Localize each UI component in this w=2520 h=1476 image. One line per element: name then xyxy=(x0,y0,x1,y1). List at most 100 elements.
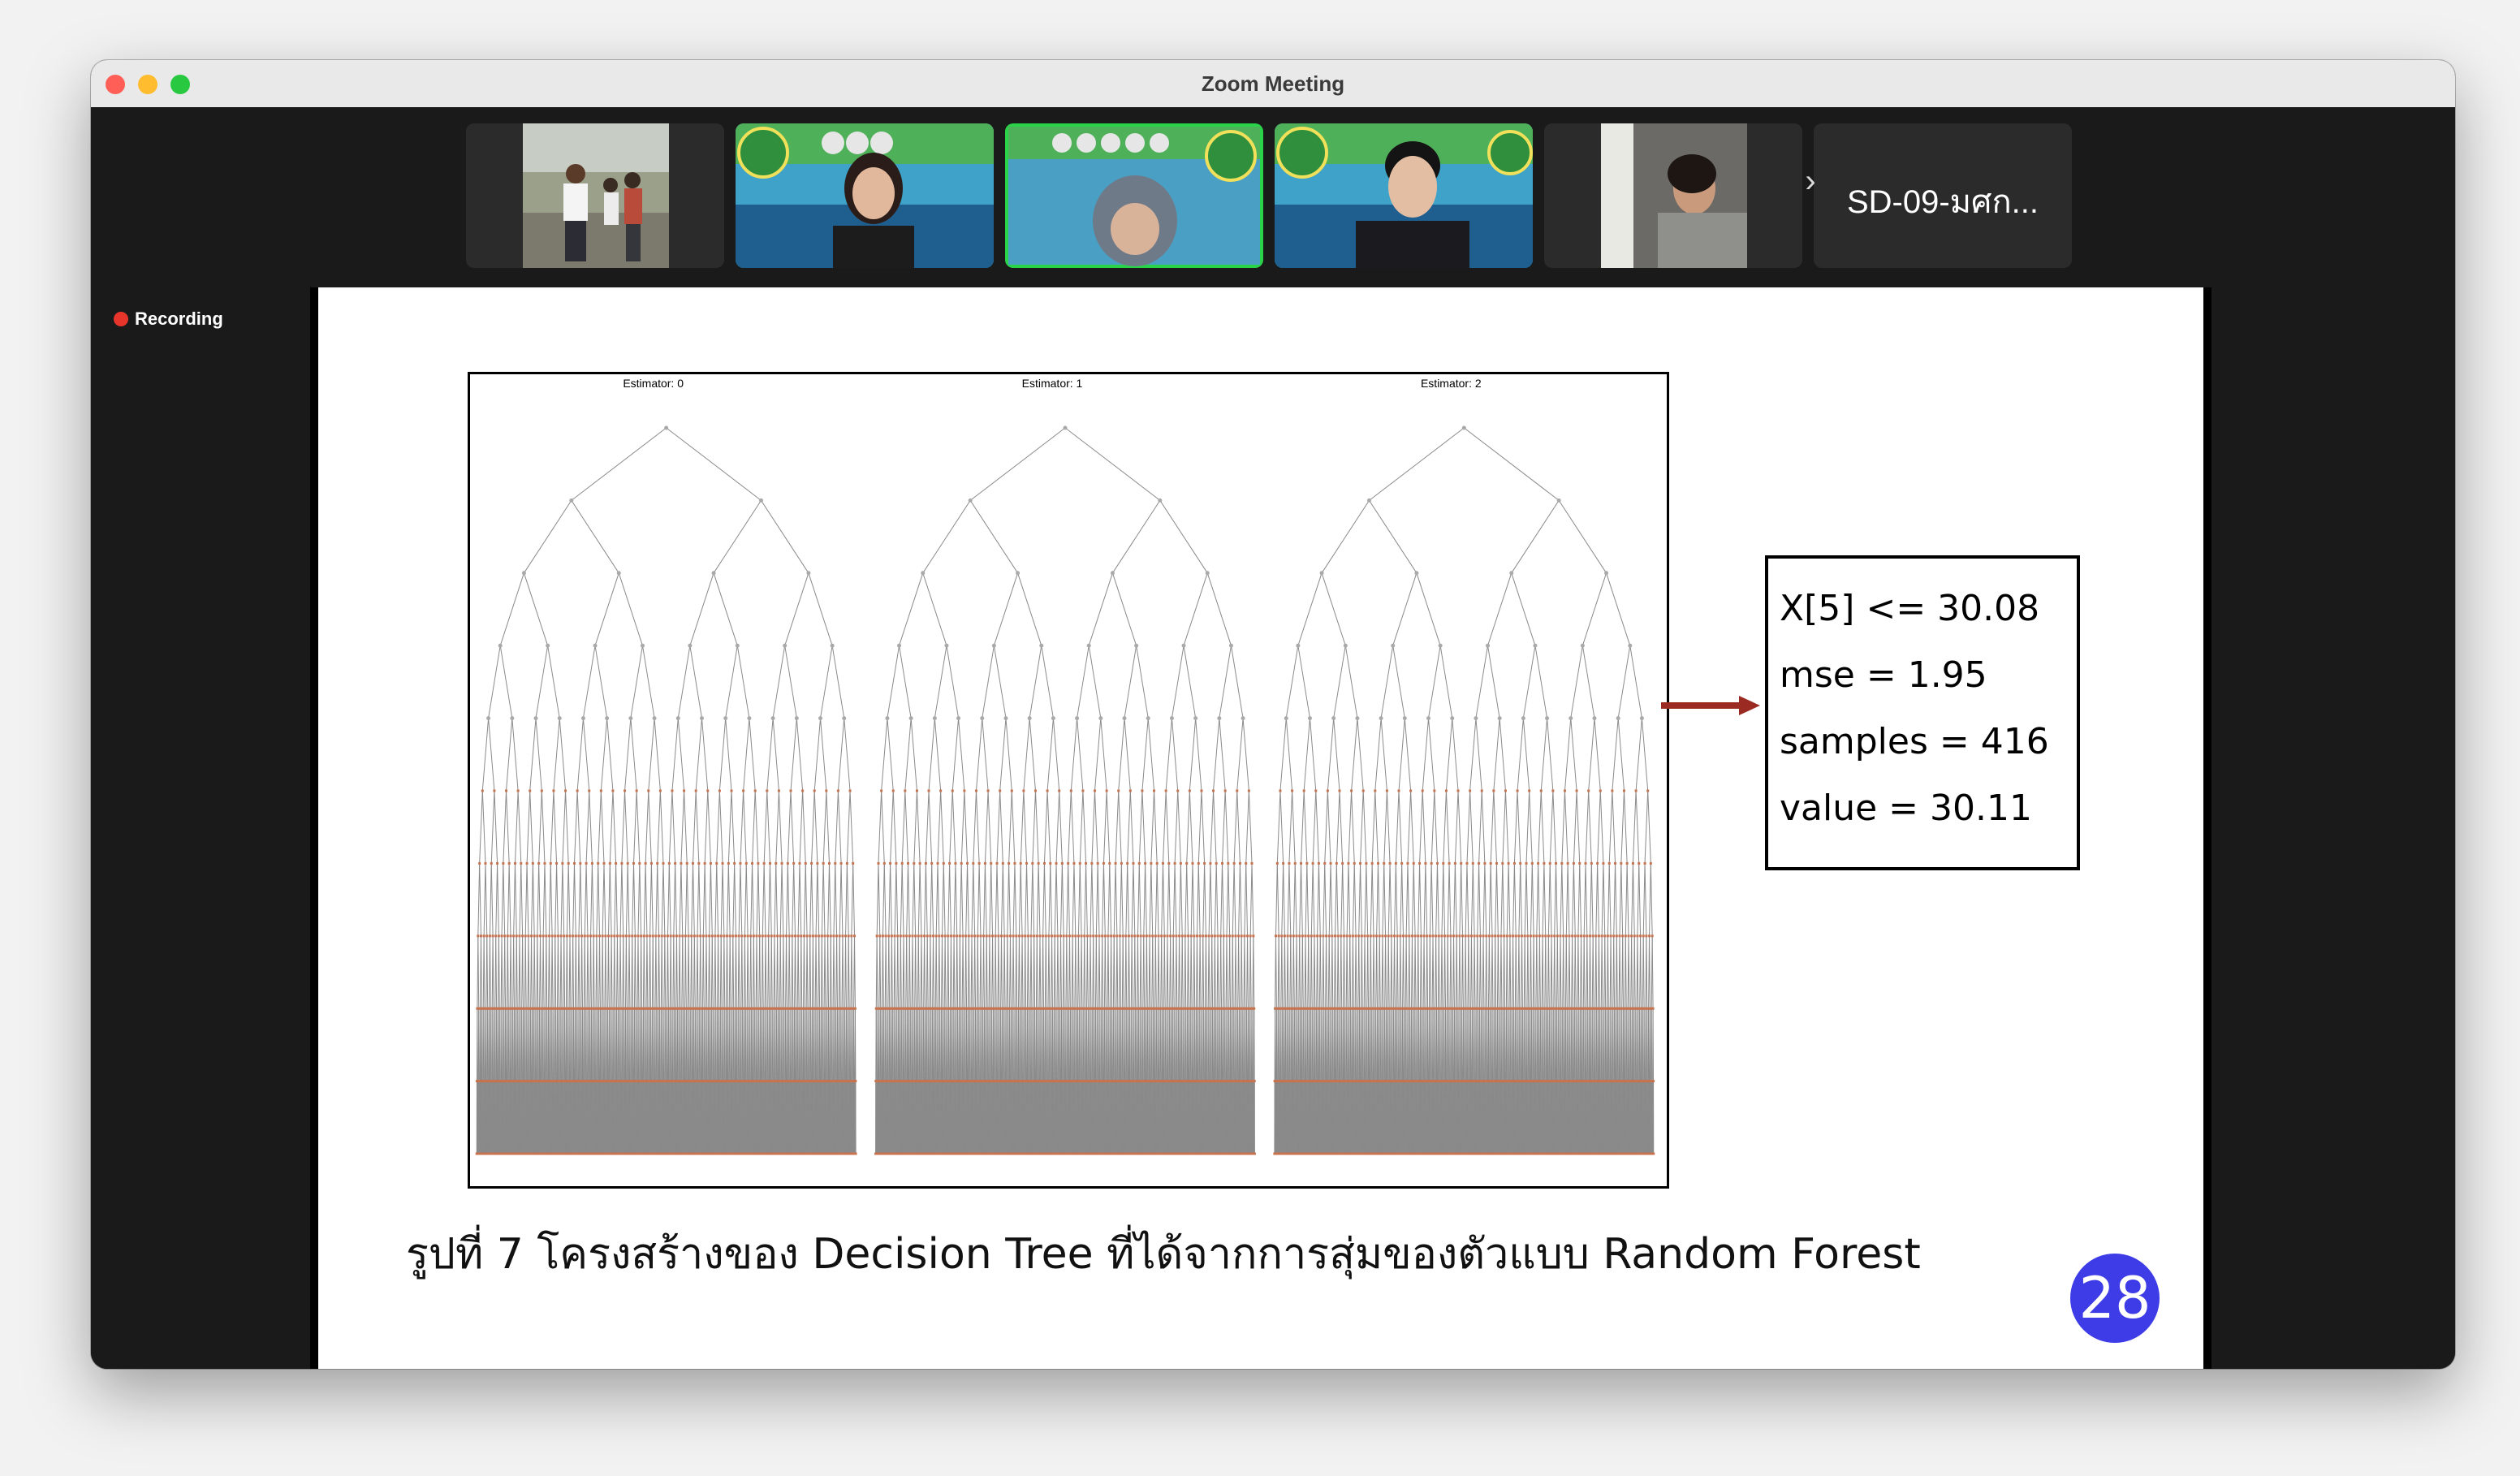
participant-tile-5[interactable] xyxy=(1544,123,1802,268)
tree-edge xyxy=(679,863,682,936)
tree-node xyxy=(636,934,640,938)
next-participants-chevron-right-icon[interactable]: › xyxy=(1797,165,1824,197)
tree-edge xyxy=(603,863,606,936)
tree-node xyxy=(527,934,530,938)
recording-label: Recording xyxy=(135,309,223,329)
tree-node xyxy=(663,934,667,938)
tree-edge xyxy=(946,645,960,719)
tree-node xyxy=(555,861,559,865)
participant-tile-4[interactable] xyxy=(1275,123,1533,268)
tree-edge xyxy=(602,935,604,1009)
tree-node xyxy=(688,643,693,648)
tree-node xyxy=(747,716,752,721)
tree-edge xyxy=(924,863,926,936)
tree-node xyxy=(711,571,716,576)
tree-edge xyxy=(752,863,754,936)
tree-node xyxy=(626,861,629,865)
tree-edge xyxy=(915,935,917,1009)
tree-edge xyxy=(639,863,642,936)
tree-node xyxy=(510,716,515,721)
tree-edge xyxy=(787,863,790,936)
tree-node xyxy=(512,934,516,938)
participant-tile-2[interactable] xyxy=(736,123,994,268)
tree-node xyxy=(940,934,943,938)
tree-edge xyxy=(752,790,756,864)
tree-edge xyxy=(580,863,583,936)
tree-edge xyxy=(596,863,599,936)
tree-node xyxy=(751,861,754,865)
tree-node xyxy=(494,934,498,938)
tree-edge xyxy=(833,863,836,936)
tree-edge xyxy=(559,718,567,792)
tree-edge xyxy=(845,935,847,1009)
tree-edge xyxy=(657,863,660,936)
tree-node xyxy=(491,934,494,938)
tree-edge xyxy=(538,790,542,864)
tree-node xyxy=(709,861,712,865)
tree-node xyxy=(755,934,758,938)
tree-edge xyxy=(713,572,738,646)
tree-edge xyxy=(671,718,679,792)
tree-edge xyxy=(854,935,856,1009)
tree-edge xyxy=(547,645,560,719)
tree-edge xyxy=(714,935,717,1009)
tree-node xyxy=(731,934,735,938)
tree-node xyxy=(597,861,600,865)
tree-edge xyxy=(582,645,596,719)
tree-edge xyxy=(498,935,500,1009)
tree-edge xyxy=(658,935,660,1009)
tree-edge xyxy=(803,935,805,1009)
tree-edge xyxy=(727,863,729,936)
tree-edge xyxy=(787,790,792,864)
tree-edge xyxy=(688,935,690,1009)
tree-node xyxy=(761,934,764,938)
tree-edge xyxy=(835,790,839,864)
tree-edge xyxy=(919,863,922,936)
tree-node xyxy=(708,934,711,938)
tree-node xyxy=(924,861,927,865)
tree-edge xyxy=(693,790,697,864)
tree-node xyxy=(822,861,825,865)
tree-edge xyxy=(722,863,725,936)
tree-edge xyxy=(637,863,641,936)
tree-edge xyxy=(483,935,485,1009)
tree-edge xyxy=(697,863,700,936)
tree-node xyxy=(932,934,935,938)
tree-node xyxy=(624,934,628,938)
participant-tile-1[interactable] xyxy=(466,123,724,268)
tree-node xyxy=(543,861,546,865)
tree-node xyxy=(830,643,835,648)
tree-node xyxy=(800,934,803,938)
tree-node xyxy=(882,861,886,865)
tree-edge xyxy=(813,718,822,792)
tree-edge xyxy=(769,863,772,936)
tree-edge xyxy=(630,645,643,719)
tree-node xyxy=(706,789,710,792)
tree-node xyxy=(536,934,539,938)
tree-edge xyxy=(845,863,848,936)
tree-edge xyxy=(937,790,942,864)
tree-edge xyxy=(934,645,947,719)
tree-edge xyxy=(576,718,584,792)
participant-tile-3-active-speaker[interactable] xyxy=(1005,123,1263,268)
tree-node xyxy=(838,934,841,938)
tree-edge xyxy=(940,790,944,864)
tree-edge xyxy=(578,935,580,1009)
tree-edge xyxy=(606,718,614,792)
tree-edge xyxy=(566,863,569,936)
participant-video-1 xyxy=(466,123,724,268)
tree-edge xyxy=(727,935,728,1009)
tree-edge xyxy=(668,863,671,936)
tree-node xyxy=(805,934,809,938)
tree-node xyxy=(926,934,929,938)
tree-node xyxy=(572,861,576,865)
tree-edge xyxy=(754,790,759,864)
tree-edge xyxy=(815,863,818,936)
tree-edge xyxy=(632,935,634,1009)
tree-node xyxy=(887,934,891,938)
tree-edge xyxy=(689,572,714,646)
participant-tile-6[interactable]: SD-09-มศก... xyxy=(1814,123,2072,268)
tree-edge xyxy=(667,935,669,1009)
tree-node xyxy=(486,716,491,721)
tree-edge xyxy=(931,863,934,936)
